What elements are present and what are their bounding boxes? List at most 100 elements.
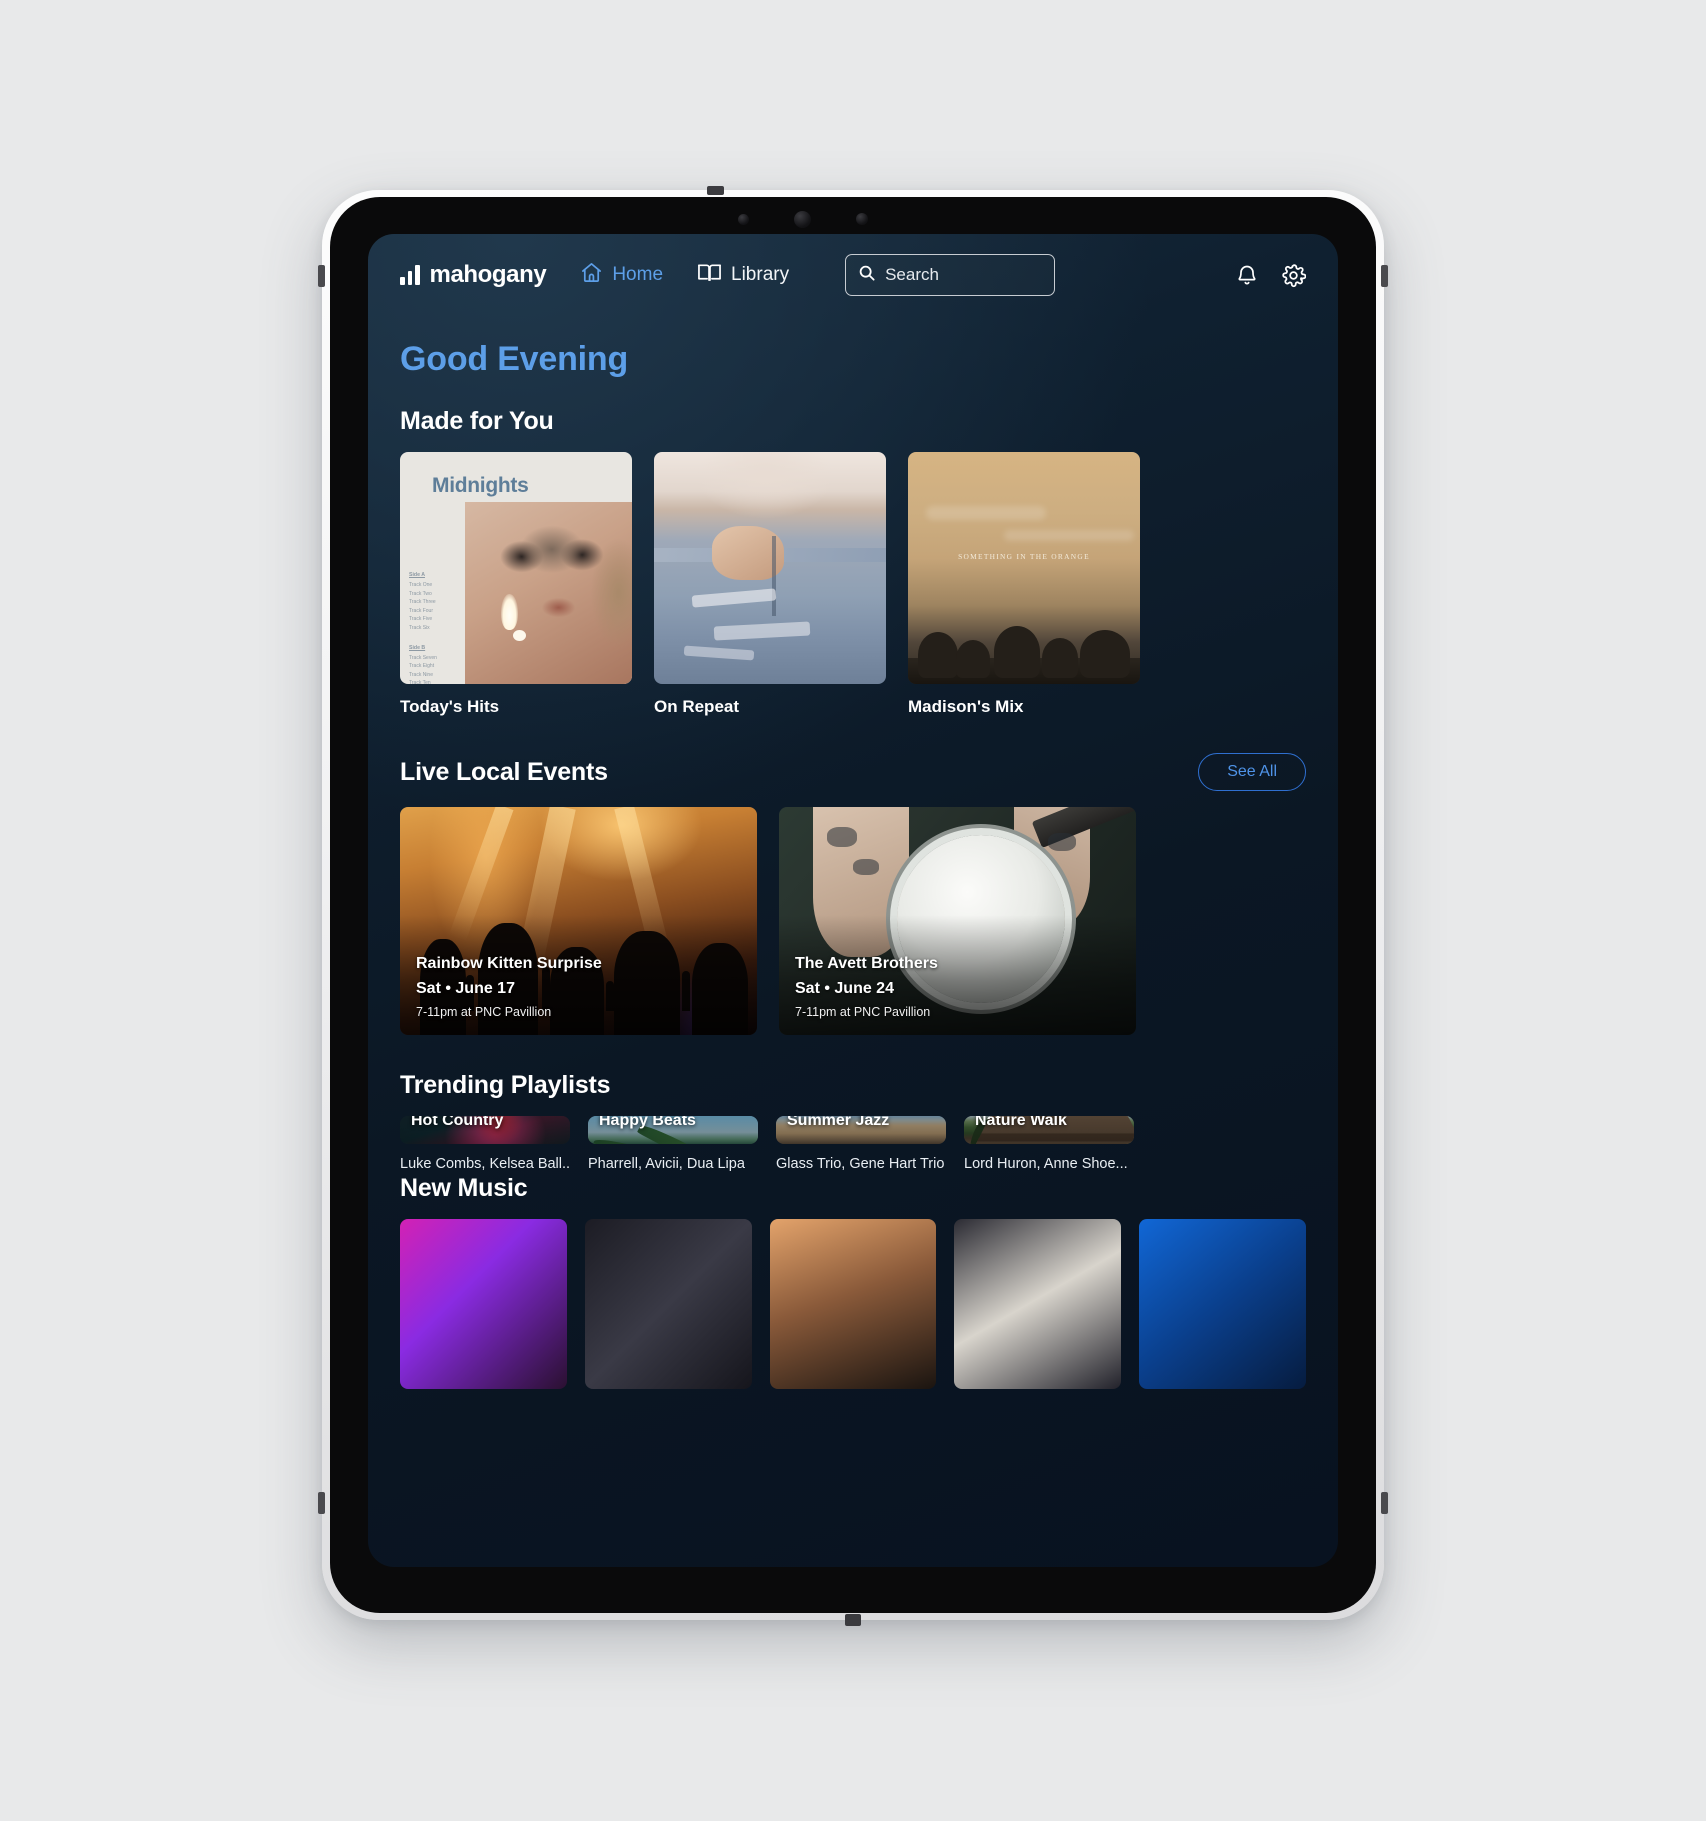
album-art-title: Midnights (432, 474, 529, 497)
front-camera-cluster (738, 208, 868, 230)
tattoo-mark (827, 827, 857, 847)
italian-street-photo: Summer Jazz (776, 1116, 946, 1144)
nav-item-library[interactable]: Library (697, 261, 789, 289)
new-music-card[interactable] (584, 1219, 752, 1389)
event-card[interactable]: Rainbow Kitten Surprise Sat • June 17 7-… (400, 807, 757, 1035)
album-art-title: Something In The Orange (958, 552, 1090, 561)
search-container: Search (845, 254, 1056, 296)
playlist-title: Hot Country (411, 1116, 504, 1129)
search-placeholder: Search (885, 265, 939, 284)
new-music-row (400, 1219, 1306, 1389)
section-title: Live Local Events (400, 757, 608, 786)
midnights-album-art: Midnights Side A Track One Track Two Tra… (400, 452, 632, 684)
tree-shape (1042, 638, 1078, 678)
tree-shape (1080, 630, 1130, 678)
gear-icon[interactable] (1281, 263, 1306, 288)
made-for-you-card[interactable]: On Repeat (654, 452, 886, 717)
bar-chart-logo-icon (400, 265, 420, 285)
event-name: The Avett Brothers (795, 955, 938, 972)
top-navigation-bar: mahogany Home Library Search (368, 234, 1338, 316)
event-date: Sat • June 17 (416, 980, 515, 997)
track-item: Track One (409, 582, 433, 588)
volume-down-button[interactable] (318, 1492, 325, 1514)
track-item: Track Two (409, 590, 432, 597)
playlist-subtitle: Pharrell, Avicii, Dua Lipa (588, 1156, 745, 1172)
made-for-you-row: Midnights Side A Track One Track Two Tra… (400, 452, 1306, 717)
playlist-card[interactable]: Hot Country Luke Combs, Kelsea Ball... (400, 1116, 570, 1172)
new-music-card[interactable] (954, 1219, 1122, 1389)
tree-shape (956, 640, 990, 678)
live-local-events-row: Rainbow Kitten Surprise Sat • June 17 7-… (400, 807, 1306, 1035)
main-content: Good Evening Made for You Midnights Side… (368, 340, 1338, 1389)
section-header-made-for-you: Made for You (400, 407, 1306, 436)
event-venue: 7-11pm at PNC Pavillion (795, 1005, 931, 1019)
denim-fly-seam (772, 536, 776, 616)
flame-icon (501, 594, 518, 630)
event-info: Rainbow Kitten Surprise Sat • June 17 7-… (416, 955, 602, 1019)
connector-port (845, 1614, 861, 1626)
search-input[interactable]: Search (845, 254, 1056, 296)
made-for-you-card-label: Today's Hits (400, 697, 500, 716)
playlist-card[interactable]: Nature Walk Lord Huron, Anne Shoe... (964, 1116, 1134, 1172)
made-for-you-card[interactable]: Something In The Orange Madison's Mix (908, 452, 1140, 717)
event-venue: 7-11pm at PNC Pavillion (416, 1005, 552, 1019)
volume-up-button[interactable] (318, 265, 325, 287)
playlist-subtitle: Luke Combs, Kelsea Ball... (400, 1156, 570, 1172)
artist-portrait (465, 502, 632, 684)
cloud-shape (1004, 530, 1134, 541)
tree-shape (918, 632, 958, 678)
page-title: Good Evening (400, 340, 629, 378)
event-date: Sat • June 24 (795, 980, 894, 997)
made-for-you-card-label: On Repeat (654, 697, 740, 716)
power-button[interactable] (707, 186, 724, 195)
sunset-field-photo: Something In The Orange (908, 452, 1140, 684)
tree-shape (994, 626, 1040, 678)
playlist-title: Nature Walk (975, 1116, 1067, 1129)
nav-actions (1235, 263, 1306, 288)
section-title: Made for You (400, 407, 554, 435)
new-music-card[interactable] (1139, 1219, 1306, 1389)
track-item: Track Six (409, 624, 430, 631)
playlist-card[interactable]: Happy Beats Pharrell, Avicii, Dua Lipa (588, 1116, 758, 1172)
made-for-you-card[interactable]: Midnights Side A Track One Track Two Tra… (400, 452, 632, 717)
track-item: Track Seven (409, 654, 437, 661)
brand-name: mahogany (429, 261, 547, 288)
new-music-card[interactable] (769, 1219, 937, 1389)
device-stage: mahogany Home Library Search Good Evenin… (0, 0, 1706, 1821)
playlist-title: Happy Beats (599, 1116, 696, 1129)
nav-item-library-label: Library (731, 264, 790, 285)
bell-icon[interactable] (1235, 263, 1259, 287)
see-all-button[interactable]: See All (1198, 753, 1306, 791)
playlist-card[interactable]: Summer Jazz Glass Trio, Gene Hart Trio (776, 1116, 946, 1172)
red-hat-pink-photo: Hot Country (400, 1116, 570, 1144)
front-camera-icon (794, 210, 811, 228)
ambient-sensor-icon (856, 213, 868, 225)
track-item: Track Three (409, 599, 436, 606)
section-header-trending-playlists: Trending Playlists (400, 1071, 1306, 1100)
track-item: Track Ten (409, 680, 431, 684)
app-screen: mahogany Home Library Search Good Evenin… (368, 234, 1338, 1567)
album-tracklist: Side A Track One Track Two Track Three T… (409, 572, 465, 684)
nav-item-home[interactable]: Home (580, 261, 663, 289)
playlist-subtitle: Lord Huron, Anne Shoe... (964, 1156, 1128, 1172)
event-card[interactable]: The Avett Brothers Sat • June 24 7-11pm … (779, 807, 1136, 1035)
made-for-you-card-label: Madison's Mix (908, 697, 1024, 716)
palm-trees-photo: Happy Beats (588, 1116, 758, 1144)
playlist-subtitle: Glass Trio, Gene Hart Trio (776, 1156, 945, 1172)
event-info: The Avett Brothers Sat • June 24 7-11pm … (795, 955, 938, 1019)
event-name: Rainbow Kitten Surprise (416, 955, 602, 972)
search-icon (858, 264, 876, 287)
track-item: Track Five (409, 616, 433, 623)
tattoo-mark (1048, 833, 1076, 851)
denim-tear (713, 621, 811, 641)
sensor-icon (738, 213, 749, 225)
book-open-icon (697, 261, 722, 289)
brand-logo[interactable]: mahogany (400, 261, 547, 289)
side-a-label: Side A (409, 572, 425, 578)
section-header-live-local-events: Live Local Events See All (400, 753, 1306, 791)
trending-playlists-row: Hot Country Luke Combs, Kelsea Ball... H… (400, 1116, 1306, 1172)
nav-item-home-label: Home (612, 264, 664, 285)
denim-tear (683, 645, 755, 661)
antenna-line-top-right (1381, 265, 1388, 287)
new-music-card[interactable] (400, 1219, 567, 1389)
